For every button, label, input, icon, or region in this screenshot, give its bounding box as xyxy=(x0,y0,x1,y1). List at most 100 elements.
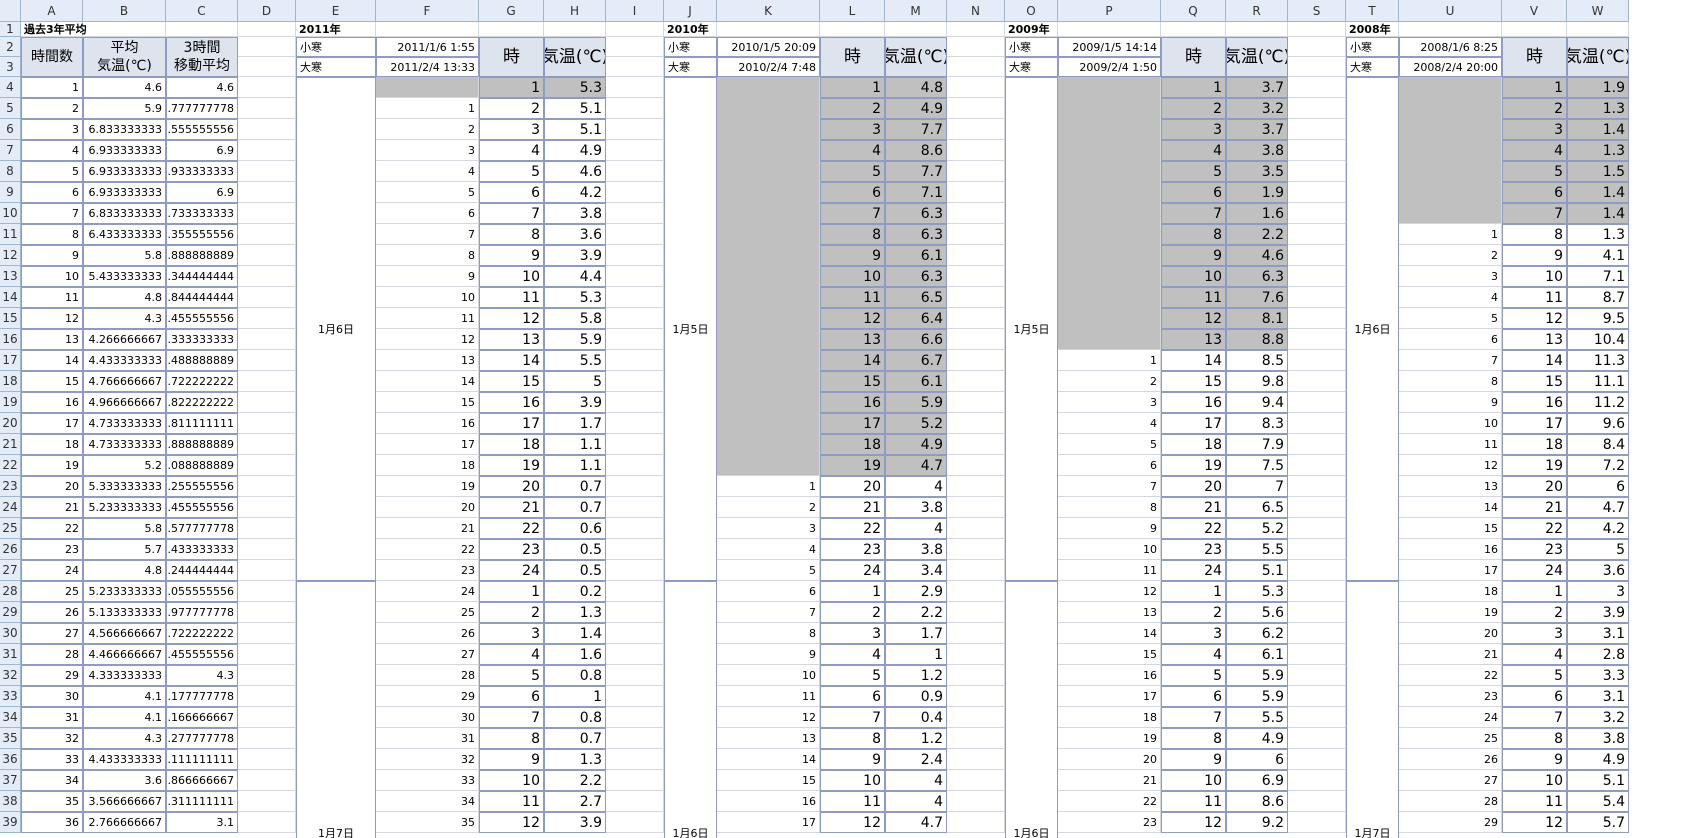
cell[interactable] xyxy=(1288,77,1346,98)
hour-cell[interactable]: 4 xyxy=(479,644,544,665)
hour-cell[interactable]: 19 xyxy=(1502,455,1567,476)
counter-cell[interactable]: 22 xyxy=(1058,791,1161,812)
cell[interactable] xyxy=(1288,539,1346,560)
hour-cell[interactable]: 6 xyxy=(1502,182,1567,203)
counter-cell[interactable]: 24 xyxy=(376,581,479,602)
temp-cell[interactable]: 1.6 xyxy=(1226,203,1288,224)
cell[interactable] xyxy=(238,57,296,77)
temp-cell[interactable]: 3.2 xyxy=(1567,707,1629,728)
temp-cell[interactable]: 1.1 xyxy=(544,434,606,455)
cell[interactable] xyxy=(606,560,664,581)
row-header-10[interactable]: 10 xyxy=(0,203,21,224)
row-header-3[interactable]: 3 xyxy=(0,57,21,77)
temp-cell[interactable]: 1.1 xyxy=(544,455,606,476)
temp-cell[interactable]: 4.2 xyxy=(1567,518,1629,539)
cell[interactable] xyxy=(238,497,296,518)
hour-cell[interactable]: 9 xyxy=(1161,245,1226,266)
temp-cell[interactable]: 0.2 xyxy=(544,581,606,602)
counter-cell[interactable]: 23 xyxy=(1399,686,1502,707)
hour-cell[interactable]: 15 xyxy=(479,371,544,392)
hour-cell[interactable]: 24 xyxy=(1161,560,1226,581)
counter-cell[interactable]: 18 xyxy=(1399,581,1502,602)
temp-cell[interactable]: 2.9 xyxy=(885,581,947,602)
cell[interactable] xyxy=(947,371,1005,392)
avg-cell[interactable]: 4.766666667 xyxy=(83,371,166,392)
counter-cell[interactable]: 16 xyxy=(717,791,820,812)
hour-cell[interactable]: 20 xyxy=(1502,476,1567,497)
avg-cell[interactable]: 5.2 xyxy=(83,455,166,476)
cell[interactable] xyxy=(606,22,664,37)
cell[interactable] xyxy=(1288,476,1346,497)
hour-cell[interactable]: 1 xyxy=(1161,581,1226,602)
hour-cell[interactable]: 2 xyxy=(479,602,544,623)
shokan-datetime[interactable]: 2011/1/6 1:55 xyxy=(376,37,479,57)
cell[interactable] xyxy=(947,266,1005,287)
cell[interactable] xyxy=(1288,140,1346,161)
temp-cell[interactable]: 0.8 xyxy=(544,707,606,728)
column-header-b[interactable]: B xyxy=(83,0,166,22)
column-header-q[interactable]: Q xyxy=(1161,0,1226,22)
cell[interactable] xyxy=(606,581,664,602)
cell[interactable] xyxy=(238,539,296,560)
temp-cell[interactable]: 11.3 xyxy=(1567,350,1629,371)
avg-cell[interactable]: 19 xyxy=(21,455,83,476)
temp-cell[interactable]: 7 xyxy=(1226,476,1288,497)
hour-cell[interactable]: 1 xyxy=(1502,77,1567,98)
temp-cell[interactable]: 3.4 xyxy=(885,560,947,581)
temp-cell[interactable]: 8.6 xyxy=(885,140,947,161)
hour-cell[interactable]: 23 xyxy=(479,539,544,560)
row-header-39[interactable]: 39 xyxy=(0,812,21,833)
counter-cell[interactable]: 27 xyxy=(1399,770,1502,791)
cell[interactable] xyxy=(238,644,296,665)
temp-cell[interactable]: 5.3 xyxy=(544,77,606,98)
daikan-label[interactable]: 大寒 xyxy=(1346,57,1399,77)
daikan-datetime[interactable]: 2011/2/4 13:33 xyxy=(376,57,479,77)
hour-cell[interactable]: 15 xyxy=(1161,371,1226,392)
hour-cell[interactable]: 8 xyxy=(479,224,544,245)
hour-cell[interactable]: 11 xyxy=(479,791,544,812)
hour-cell[interactable]: 11 xyxy=(1161,791,1226,812)
avg-cell[interactable]: 22 xyxy=(21,518,83,539)
counter-cell[interactable]: 11 xyxy=(376,308,479,329)
hour-cell[interactable]: 10 xyxy=(1161,770,1226,791)
counter-cell[interactable]: 9 xyxy=(1399,392,1502,413)
temp-cell[interactable]: 4.9 xyxy=(1226,728,1288,749)
temp-cell[interactable]: 4.7 xyxy=(885,812,947,833)
row-header-33[interactable]: 33 xyxy=(0,686,21,707)
hour-cell[interactable]: 5 xyxy=(479,665,544,686)
avg-cell[interactable]: 3.866666667 xyxy=(166,770,238,791)
column-header-d[interactable]: D xyxy=(238,0,296,22)
hour-cell[interactable]: 6 xyxy=(479,686,544,707)
temp-cell[interactable]: 5.9 xyxy=(1226,665,1288,686)
cell[interactable] xyxy=(606,224,664,245)
cell[interactable] xyxy=(1288,707,1346,728)
hour-cell[interactable]: 10 xyxy=(1502,266,1567,287)
cell[interactable] xyxy=(606,791,664,812)
avg-cell[interactable]: 5.344444444 xyxy=(166,266,238,287)
hour-cell[interactable]: 5 xyxy=(1502,161,1567,182)
cell[interactable] xyxy=(606,623,664,644)
hour-cell[interactable]: 13 xyxy=(1502,329,1567,350)
row-header-19[interactable]: 19 xyxy=(0,392,21,413)
cell[interactable] xyxy=(606,203,664,224)
avg-cell[interactable]: 6.433333333 xyxy=(83,224,166,245)
temp-cell[interactable]: 7.1 xyxy=(1567,266,1629,287)
avg-cell[interactable]: 4.566666667 xyxy=(83,623,166,644)
header-hour[interactable]: 時 xyxy=(479,37,544,77)
counter-cell[interactable]: 14 xyxy=(1058,623,1161,644)
column-header-n[interactable]: N xyxy=(947,0,1005,22)
hour-cell[interactable]: 5 xyxy=(1161,161,1226,182)
temp-cell[interactable]: 6.3 xyxy=(885,203,947,224)
counter-cell[interactable]: 6 xyxy=(717,581,820,602)
counter-cell[interactable]: 10 xyxy=(717,665,820,686)
cell[interactable] xyxy=(238,350,296,371)
temp-cell[interactable]: 6.3 xyxy=(1226,266,1288,287)
avg-cell[interactable]: 4.277777778 xyxy=(166,728,238,749)
row-header-23[interactable]: 23 xyxy=(0,476,21,497)
temp-cell[interactable]: 3.9 xyxy=(544,812,606,833)
temp-cell[interactable]: 2.2 xyxy=(885,602,947,623)
temp-cell[interactable]: 7.5 xyxy=(1226,455,1288,476)
avg-cell[interactable]: 4.333333333 xyxy=(166,329,238,350)
avg-cell[interactable]: 16 xyxy=(21,392,83,413)
cell[interactable] xyxy=(947,77,1005,98)
